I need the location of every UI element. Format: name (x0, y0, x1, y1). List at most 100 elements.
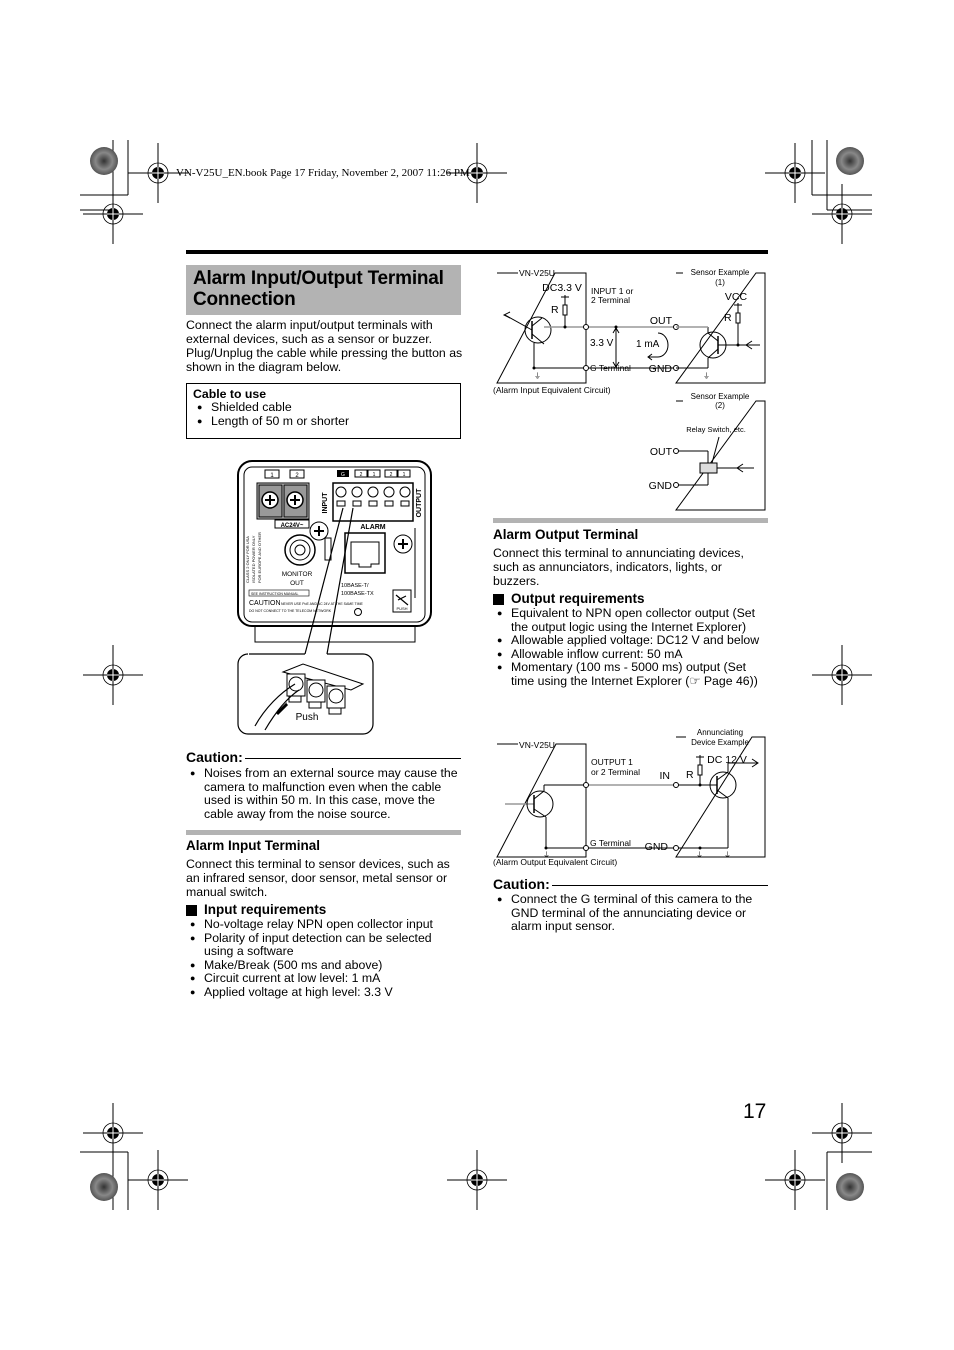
svg-text:AC24V~: AC24V~ (281, 523, 304, 529)
top-rule (186, 250, 768, 254)
alarm-output-heading: Alarm Output Terminal (493, 527, 639, 542)
svg-text:R: R (724, 312, 732, 324)
svg-text:IN: IN (660, 770, 671, 782)
caution-right: Caution: Connect the G terminal of this … (493, 876, 768, 934)
svg-text:(Alarm Output Equivalent Circu: (Alarm Output Equivalent Circuit) (493, 857, 617, 867)
cable-box-heading: Cable to use (193, 387, 267, 401)
svg-text:G Terminal: G Terminal (590, 838, 631, 848)
list-item: Circuit current at low level: 1 mA (186, 972, 461, 986)
svg-text:Annunciating: Annunciating (697, 728, 743, 737)
svg-text:(1): (1) (715, 278, 725, 287)
alarm-input-body: Connect this terminal to sensor devices,… (186, 857, 450, 899)
list-item: Allowable inflow current: 50 mA (493, 647, 768, 662)
list-item: Shielded cable (193, 400, 454, 415)
output-equivalent-circuit: VN-V25U Annunciating Device Example OUTP… (493, 728, 766, 867)
ground-symbol-icon: ⏚ (534, 372, 541, 380)
svg-text:VN-V25U: VN-V25U (519, 740, 555, 750)
print-registration-marks (80, 140, 873, 1211)
svg-text:1: 1 (403, 472, 406, 478)
caution-heading: Caution: (493, 876, 550, 892)
svg-text:INPUT: INPUT (322, 492, 329, 514)
section-bar (186, 830, 461, 835)
svg-text:OUTPUT: OUTPUT (416, 488, 423, 518)
svg-text:DO NOT CONNECT TO THE TELECOM: DO NOT CONNECT TO THE TELECOM NETWORK (249, 609, 332, 613)
svg-text:MONITOR: MONITOR (282, 571, 313, 578)
svg-text:SEE INSTRUCTION MANUAL: SEE INSTRUCTION MANUAL (251, 592, 299, 596)
list-item: Length of 50 m or shorter (193, 414, 454, 429)
page-title: Alarm Input/Output Terminal Connection (193, 268, 444, 310)
svg-text:CAUTION: CAUTION (249, 600, 281, 607)
corner-mark-top-right (764, 140, 873, 245)
caution-rule (551, 884, 768, 886)
list-item: Noises from an external source may cause… (186, 766, 461, 821)
list-item: Allowable applied voltage: DC12 V and be… (493, 634, 768, 648)
ground-symbol-icon: ⏚ (724, 851, 731, 859)
alarm-input-section: Alarm Input Terminal Connect this termin… (186, 830, 461, 1000)
svg-text:(Alarm Input Equivalent Circui: (Alarm Input Equivalent Circuit) (493, 385, 611, 395)
svg-text:ISOLATED POWER ONLY: ISOLATED POWER ONLY (251, 535, 256, 583)
cable-box: Cable to use Shielded cable Length of 50… (186, 383, 461, 439)
svg-text:CLASS 2 ONLY FOR USA: CLASS 2 ONLY FOR USA (245, 536, 250, 583)
svg-text:G Terminal: G Terminal (590, 363, 631, 373)
input-req-heading: Input requirements (204, 902, 327, 917)
svg-text:1 mA: 1 mA (636, 339, 660, 350)
print-header: VN-V25U_EN.book Page 17 Friday, November… (176, 167, 470, 179)
svg-text:Sensor Example: Sensor Example (691, 392, 750, 401)
svg-text:DC3.3 V: DC3.3 V (542, 282, 582, 294)
alarm-output-body: Connect this terminal to annunciating de… (493, 546, 744, 588)
svg-text:FOR EUROPE AND OTHER: FOR EUROPE AND OTHER (257, 532, 262, 583)
svg-text:1: 1 (373, 472, 376, 478)
svg-text:NEVER USE PoE AND AC 24V AT TH: NEVER USE PoE AND AC 24V AT THE SAME TIM… (281, 602, 363, 606)
svg-text:OUT: OUT (650, 315, 673, 327)
corner-mark-bottom-left (80, 1102, 189, 1211)
svg-text:Sensor Example: Sensor Example (691, 268, 750, 277)
side-mark-right (811, 644, 873, 706)
list-item: Connect the G terminal of this camera to… (493, 892, 768, 934)
alarm-output-section: Alarm Output Terminal Connect this termi… (493, 518, 768, 689)
svg-text:R: R (686, 769, 694, 781)
page-title-box: Alarm Input/Output Terminal Connection (186, 265, 461, 315)
output-req-heading: Output requirements (511, 591, 645, 606)
bottom-center-mark (446, 1149, 508, 1211)
square-bullet-icon (186, 904, 197, 916)
side-mark-left (82, 644, 144, 706)
svg-text:or 2 Terminal: or 2 Terminal (591, 767, 640, 777)
list-item: Applied voltage at high level: 3.3 V (186, 985, 461, 1000)
caution-heading: Caution: (186, 749, 243, 765)
list-item: Make/Break (500 ms and above) (186, 958, 461, 973)
svg-text:2: 2 (390, 472, 393, 478)
ground-symbol-icon: ⏚ (703, 372, 710, 380)
corner-mark-bottom-right (764, 1102, 873, 1211)
svg-text:2: 2 (360, 472, 363, 478)
svg-text:OUT: OUT (290, 580, 304, 587)
svg-text:G: G (341, 472, 345, 478)
svg-text:Device Example: Device Example (691, 738, 749, 747)
svg-text:OUTPUT 1: OUTPUT 1 (591, 757, 633, 767)
push-callout: Push (237, 653, 374, 735)
svg-text:OUT: OUT (650, 446, 673, 458)
intro-paragraph: Connect the alarm input/output terminals… (186, 318, 463, 374)
svg-text:VN-V25U: VN-V25U (519, 268, 555, 278)
svg-text:3.3 V: 3.3 V (590, 338, 614, 349)
svg-text:PUSH: PUSH (396, 606, 407, 611)
svg-text:Relay Switch, etc.: Relay Switch, etc. (686, 425, 746, 434)
corner-mark-top-left (80, 140, 189, 245)
square-bullet-icon (493, 593, 504, 605)
svg-text:R: R (551, 304, 559, 316)
svg-text:GND: GND (649, 363, 673, 375)
svg-text:100BASE-TX: 100BASE-TX (341, 591, 374, 597)
svg-text:Push: Push (296, 712, 319, 723)
svg-text:(2): (2) (715, 401, 725, 410)
svg-text:ALARM: ALARM (360, 524, 385, 531)
list-item: Equivalent to NPN open collector output … (493, 606, 768, 634)
alarm-input-heading: Alarm Input Terminal (186, 838, 321, 853)
list-item: Momentary (100 ms - 5000 ms) output (Set… (493, 661, 768, 688)
svg-text:GND: GND (649, 480, 673, 492)
list-item: No-voltage relay NPN open collector inpu… (186, 917, 461, 932)
svg-text:2 Terminal: 2 Terminal (591, 295, 630, 305)
ground-symbol-icon: ⏚ (696, 851, 703, 859)
svg-text:DC 12 V: DC 12 V (707, 754, 747, 766)
camera-rear-diagram: 1 2 AC24V~ G 2 1 2 1 INPUT OUTPUT ALARM (237, 460, 432, 735)
svg-text:VCC: VCC (725, 291, 748, 303)
section-bar (493, 518, 768, 523)
